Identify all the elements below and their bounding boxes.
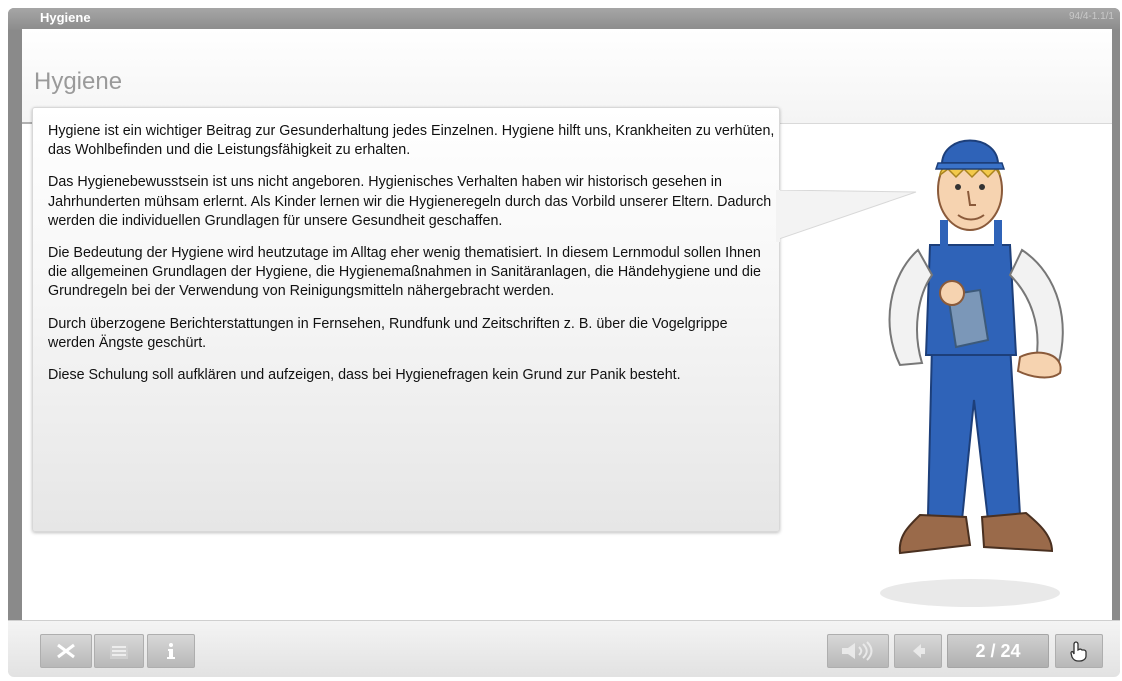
paragraph: Das Hygienebewusstsein ist uns nicht ang…	[48, 174, 772, 229]
page-code: 94/4-1.1/1	[1068, 11, 1114, 22]
title-bar	[8, 8, 1120, 30]
hand-pointer-icon	[1070, 641, 1087, 662]
worker-illustration	[880, 139, 1064, 607]
speaker-icon	[842, 641, 873, 661]
app-title: Hygiene	[40, 10, 91, 25]
arrow-left-icon	[913, 644, 925, 658]
previous-button[interactable]	[894, 634, 942, 668]
info-button[interactable]	[147, 634, 195, 668]
paragraph: Hygiene ist ein wichtiger Beitrag zur Ge…	[48, 123, 775, 159]
list-menu-icon	[110, 643, 128, 659]
info-icon	[167, 643, 175, 659]
page-indicator: 2 / 24	[947, 634, 1049, 668]
close-x-icon	[57, 643, 75, 659]
paragraph: Durch überzogene Berichterstattungen in …	[48, 315, 728, 351]
next-button[interactable]	[1055, 634, 1103, 668]
paragraph: Die Bedeutung der Hygiene wird heutzutag…	[48, 245, 761, 300]
page-title: Hygiene	[34, 68, 123, 95]
paragraph: Diese Schulung soll aufklären und aufzei…	[48, 367, 681, 384]
menu-button[interactable]	[94, 634, 144, 668]
speech-bubble-text: Hygiene ist ein wichtiger Beitrag zur Ge…	[48, 122, 778, 398]
sound-button[interactable]	[827, 634, 889, 668]
close-button[interactable]	[40, 634, 92, 668]
